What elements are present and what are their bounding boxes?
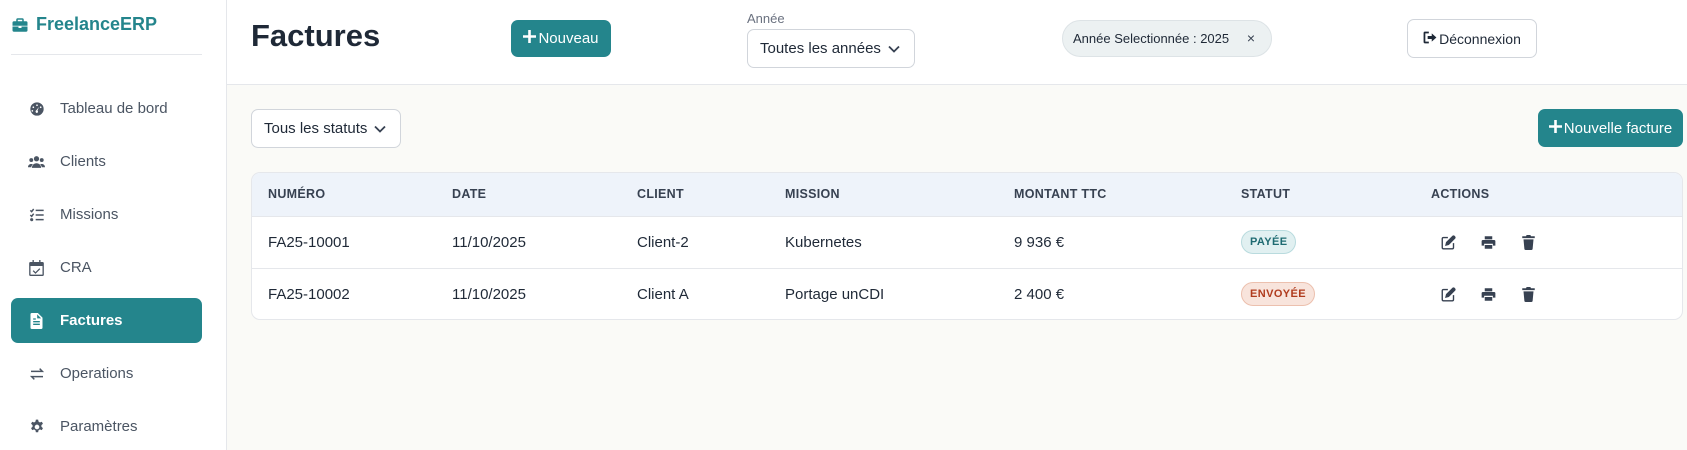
sidebar-item-missions[interactable]: Missions: [11, 192, 202, 237]
column-header-numero[interactable]: NUMÉRO: [252, 173, 452, 216]
sidebar-item-label: Operations: [60, 365, 134, 382]
sign-out-icon: [1423, 31, 1437, 47]
cell-statut: ENVOYÉE: [1241, 268, 1431, 319]
cell-actions: [1431, 268, 1682, 319]
users-icon: [28, 153, 45, 170]
logout-button[interactable]: Déconnexion: [1407, 19, 1537, 58]
year-select-value: Toutes les années: [760, 40, 881, 57]
sidebar-item-clients[interactable]: Clients: [11, 139, 202, 184]
brand-logo[interactable]: FreelanceERP: [11, 14, 157, 35]
cell-numero: FA25-10002: [268, 285, 350, 303]
sidebar: FreelanceERP Tableau de bord Clients Mis…: [0, 0, 227, 450]
cell-statut: PAYÉE: [1241, 216, 1431, 268]
column-header-statut[interactable]: STATUT: [1241, 173, 1431, 216]
cell-client: Client A: [637, 285, 689, 303]
sidebar-item-label: Factures: [60, 312, 123, 329]
trash-icon[interactable]: [1519, 285, 1537, 303]
table-row[interactable]: FA25-10002 11/10/2025 Client A Portage u…: [252, 268, 1682, 319]
status-badge: ENVOYÉE: [1241, 282, 1315, 307]
sidebar-item-label: Clients: [60, 153, 106, 170]
year-filter-chip: Année Selectionnée : 2025 ×: [1062, 20, 1272, 57]
brand-name: FreelanceERP: [36, 14, 158, 34]
year-filter-chip-label: Année Selectionnée : 2025: [1073, 31, 1230, 46]
year-label: Année: [747, 11, 785, 26]
new-button[interactable]: Nouveau: [511, 20, 611, 57]
plus-icon: [523, 30, 537, 47]
sidebar-item-dashboard[interactable]: Tableau de bord: [11, 86, 202, 131]
plus-icon: [1548, 119, 1562, 137]
edit-icon[interactable]: [1439, 233, 1457, 251]
calendar-check-icon: [28, 259, 45, 276]
edit-icon[interactable]: [1439, 285, 1457, 303]
status-select-value: Tous les statuts: [264, 120, 368, 137]
sidebar-item-parametres[interactable]: Paramètres: [11, 404, 202, 449]
column-header-client[interactable]: CLIENT: [637, 173, 785, 216]
page-title: Factures: [251, 18, 381, 53]
new-invoice-button-label: Nouvelle facture: [1563, 119, 1673, 137]
chevron-down-icon: [888, 40, 900, 57]
cell-date: 11/10/2025: [452, 233, 526, 251]
cell-numero: FA25-10001: [268, 233, 350, 251]
sidebar-nav: Tableau de bord Clients Missions CRA Fac…: [11, 86, 202, 450]
cell-date: 11/10/2025: [452, 285, 526, 303]
cell-mission: Kubernetes: [785, 233, 862, 251]
briefcase-icon: [12, 17, 28, 32]
dashboard-icon: [28, 100, 45, 117]
new-invoice-button[interactable]: Nouvelle facture: [1538, 109, 1683, 147]
sidebar-item-operations[interactable]: Operations: [11, 351, 202, 396]
new-button-label: Nouveau: [538, 30, 599, 47]
top-header: Factures Nouveau Année Toutes les années…: [227, 0, 1687, 85]
close-icon[interactable]: ×: [1247, 30, 1255, 46]
transfer-icon: [28, 365, 45, 382]
table-header-row: NUMÉRO DATE CLIENT MISSION MONTANT TTC S…: [252, 173, 1682, 216]
print-icon[interactable]: [1479, 285, 1497, 303]
column-header-date[interactable]: DATE: [452, 173, 637, 216]
sidebar-item-label: Tableau de bord: [60, 100, 168, 117]
cell-montant: 2 400 €: [1014, 285, 1065, 303]
table-row[interactable]: FA25-10001 11/10/2025 Client-2 Kubernete…: [252, 216, 1682, 268]
invoices-table: NUMÉRO DATE CLIENT MISSION MONTANT TTC S…: [251, 172, 1683, 320]
sidebar-item-factures[interactable]: Factures: [11, 298, 202, 343]
logout-button-label: Déconnexion: [1439, 30, 1521, 47]
column-header-actions: ACTIONS: [1431, 187, 1490, 202]
cell-mission: Portage unCDI: [785, 285, 885, 303]
year-select[interactable]: Toutes les années: [747, 29, 915, 68]
trash-icon[interactable]: [1519, 233, 1537, 251]
tasks-icon: [28, 206, 45, 223]
sidebar-item-label: Paramètres: [60, 418, 138, 435]
chevron-down-icon: [374, 120, 386, 137]
column-header-mission[interactable]: MISSION: [785, 173, 1014, 216]
sidebar-item-label: Missions: [60, 206, 119, 223]
sidebar-item-label: CRA: [60, 259, 92, 276]
status-filter-select[interactable]: Tous les statuts: [251, 109, 401, 148]
print-icon[interactable]: [1479, 233, 1497, 251]
column-header-montant[interactable]: MONTANT TTC: [1014, 173, 1241, 216]
invoice-icon: [28, 312, 45, 329]
status-badge: PAYÉE: [1241, 230, 1297, 254]
sidebar-item-cra[interactable]: CRA: [11, 245, 202, 290]
cell-actions: [1431, 216, 1682, 268]
divider: [11, 54, 202, 55]
cell-montant: 9 936 €: [1014, 233, 1065, 251]
gear-icon: [28, 418, 45, 435]
cell-client: Client-2: [637, 233, 689, 251]
